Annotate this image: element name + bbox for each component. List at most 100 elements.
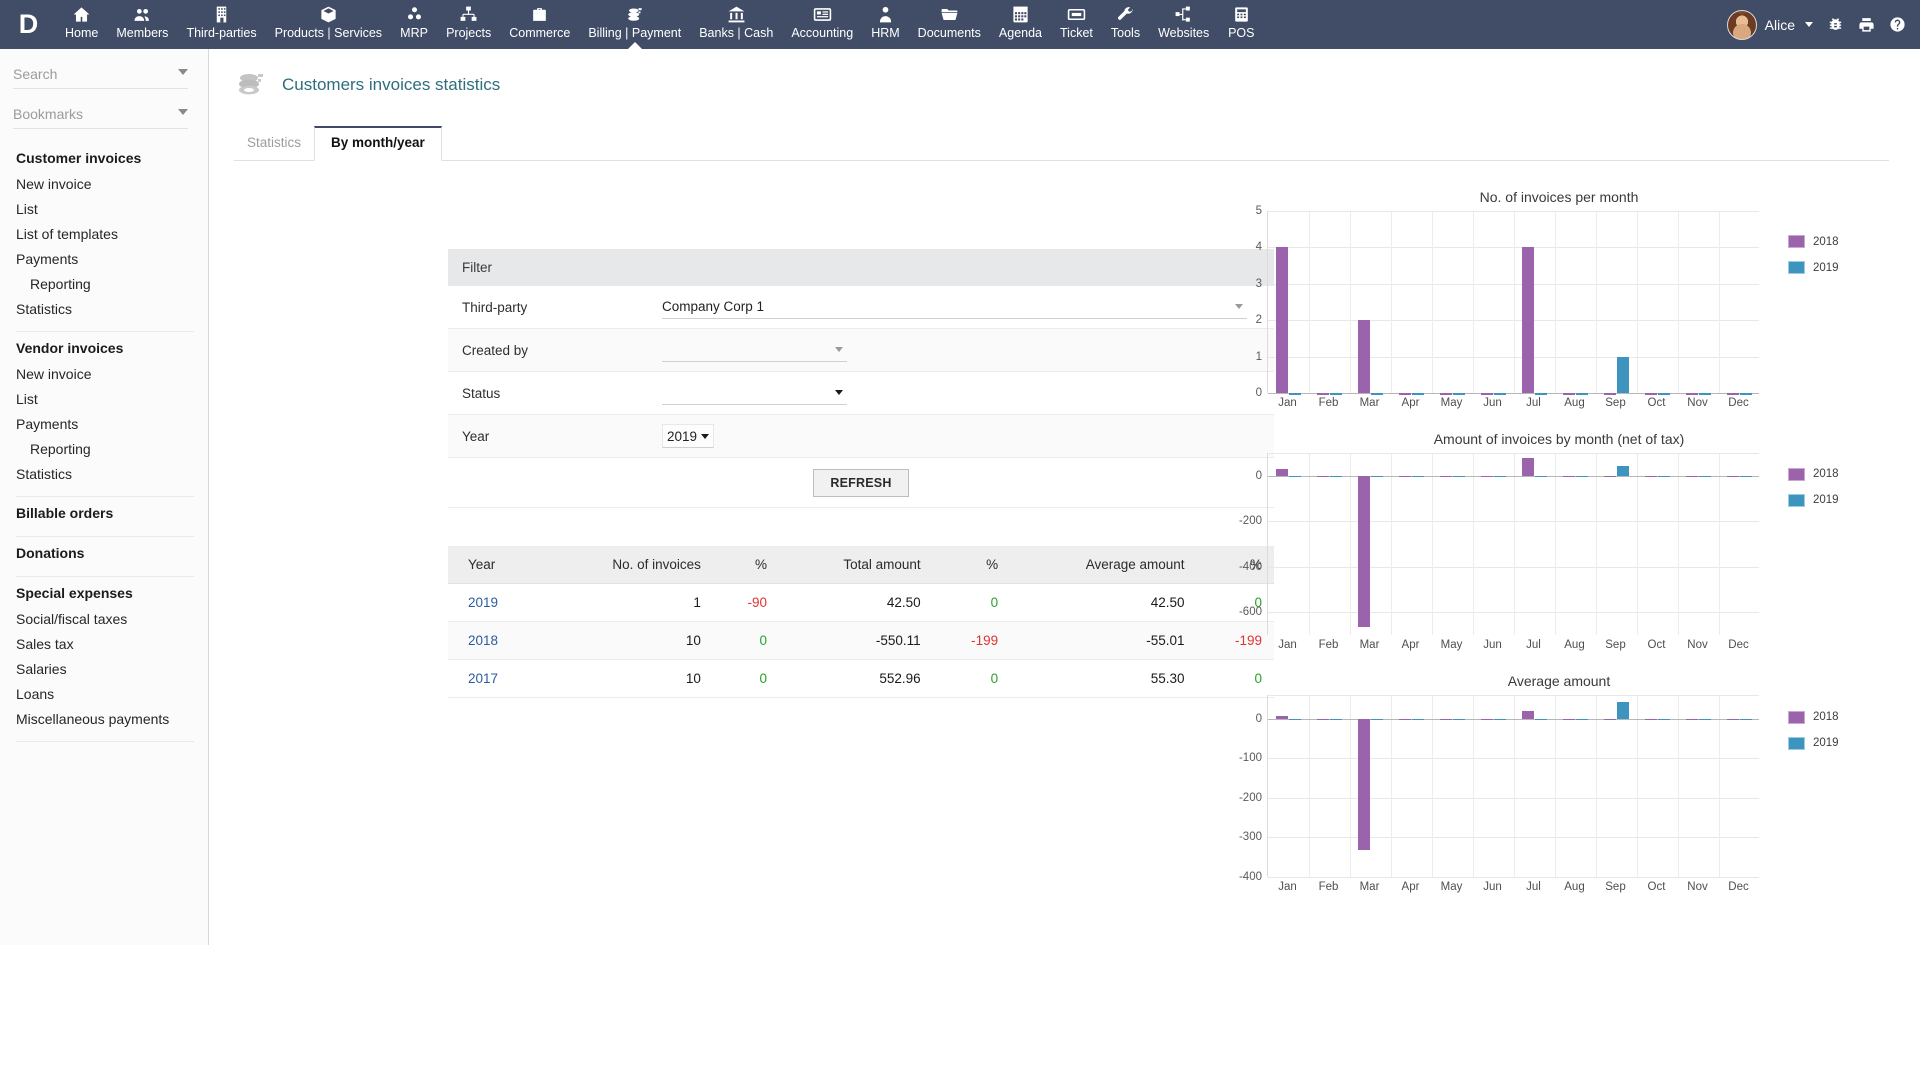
bar-2018-Jan: [1276, 468, 1289, 476]
search-input[interactable]: [13, 66, 168, 82]
sidebar-item-statistics[interactable]: Statistics: [0, 297, 208, 322]
y-axis-tick: -400: [1238, 560, 1262, 573]
nav-item-banks-cash[interactable]: Banks | Cash: [690, 0, 782, 49]
statistics-table: Year No. of invoices % Total amount % Av…: [448, 546, 1274, 698]
nav-item-agenda[interactable]: Agenda: [990, 0, 1051, 49]
bookmarks-input[interactable]: [13, 106, 168, 122]
help-icon[interactable]: [1889, 16, 1906, 33]
year-link[interactable]: 2019: [468, 595, 498, 610]
th-pct-total: %: [932, 546, 1011, 584]
sidebar-item-loans[interactable]: Loans: [0, 682, 208, 707]
sidebar-item-reporting[interactable]: Reporting: [0, 437, 208, 462]
print-icon[interactable]: [1858, 16, 1875, 33]
status-select[interactable]: [662, 381, 847, 405]
nav-item-home[interactable]: Home: [56, 0, 107, 49]
nav-item-billing-payment[interactable]: Billing | Payment: [579, 0, 690, 49]
bookmarks-dropdown-icon[interactable]: [178, 109, 188, 115]
x-axis-label: Jan: [1278, 397, 1297, 409]
th-total-amount: Total amount: [778, 546, 933, 584]
nav-item-commerce[interactable]: Commerce: [500, 0, 579, 49]
bar-2019-Jul: [1534, 718, 1547, 721]
x-axis-label: Jul: [1526, 397, 1541, 409]
created-by-select[interactable]: [662, 338, 847, 362]
nav-item-third-parties[interactable]: Third-parties: [177, 0, 265, 49]
tab-statistics[interactable]: Statistics: [234, 128, 314, 160]
cell-total-amount-pct: -199: [932, 621, 1011, 660]
gridline: [1473, 453, 1474, 635]
sidebar-item-reporting[interactable]: Reporting: [0, 272, 208, 297]
nav-item-documents[interactable]: Documents: [909, 0, 990, 49]
sidebar-item-new-invoice[interactable]: New invoice: [0, 362, 208, 387]
y-axis-tick: 4: [1255, 241, 1262, 254]
sidebar-item-list[interactable]: List: [0, 197, 208, 222]
app-logo[interactable]: D: [0, 0, 56, 49]
x-axis-label: Feb: [1318, 639, 1339, 651]
year-select[interactable]: 2019: [662, 424, 714, 448]
nav-item-mrp[interactable]: MRP: [391, 0, 437, 49]
nav-item-websites[interactable]: Websites: [1149, 0, 1218, 49]
cell-average-amount: 42.50: [1010, 583, 1197, 622]
tab-by-month-year[interactable]: By month/year: [314, 126, 442, 161]
third-party-select[interactable]: Company Corp 1: [662, 295, 1247, 319]
bar-2019-May: [1452, 718, 1465, 721]
filter-row-third-party: Third-party Company Corp 1: [448, 286, 1274, 329]
refresh-button[interactable]: REFRESH: [813, 468, 909, 497]
filter-row-year: Year 2019: [448, 415, 1274, 458]
created-by-label: Created by: [462, 342, 529, 358]
gridline: [1391, 211, 1392, 393]
nav-item-accounting[interactable]: Accounting: [782, 0, 862, 49]
bug-icon[interactable]: [1827, 16, 1844, 33]
user-menu[interactable]: Alice: [1726, 9, 1813, 40]
sidebar-item-list[interactable]: List: [0, 387, 208, 412]
bar-2018-Aug: [1563, 475, 1576, 478]
x-axis-label: Jun: [1483, 881, 1502, 893]
sitemap-icon: [1174, 4, 1193, 24]
chart-title: No. of invoices per month: [1479, 189, 1639, 205]
sidebar-item-payments[interactable]: Payments: [0, 247, 208, 272]
sidebar-item-statistics[interactable]: Statistics: [0, 462, 208, 487]
nav-item-members[interactable]: Members: [107, 0, 177, 49]
sidebar-item-salaries[interactable]: Salaries: [0, 657, 208, 682]
nav-item-pos[interactable]: POS: [1218, 0, 1264, 49]
sidebar-item-sales-tax[interactable]: Sales tax: [0, 632, 208, 657]
x-axis-label: Dec: [1728, 397, 1749, 409]
sidebar-item-miscellaneous-payments[interactable]: Miscellaneous payments: [0, 707, 208, 732]
table-header-row: Year No. of invoices % Total amount % Av…: [448, 546, 1274, 584]
bar-2018-Dec: [1727, 475, 1740, 478]
members-icon: [133, 4, 152, 24]
charts-area: No. of invoices per month 0 1 2 3 4 5 2018 2019 J…: [1229, 189, 1889, 915]
year-label: Year: [462, 428, 490, 444]
bar-2018-Oct: [1645, 475, 1658, 478]
nav-item-tools[interactable]: Tools: [1102, 0, 1149, 49]
legend-swatch-icon: [1788, 493, 1805, 507]
th-year: Year: [448, 546, 543, 584]
nav-item-products-services[interactable]: Products | Services: [266, 0, 391, 49]
x-axis-label: Jul: [1526, 881, 1541, 893]
bar-2018-Sep: [1604, 718, 1617, 721]
user-name-label: Alice: [1764, 16, 1795, 33]
sidebar-item-list-of-templates[interactable]: List of templates: [0, 222, 208, 247]
search-dropdown-icon[interactable]: [178, 69, 188, 75]
cell-invoice-count: 1: [542, 583, 713, 622]
nav-item-ticket[interactable]: Ticket: [1051, 0, 1102, 49]
plot-area: 0 -200 -400 -600 2018 2019: [1239, 453, 1839, 635]
legend-item-2018: 2018: [1788, 710, 1839, 724]
gridline: [1678, 453, 1679, 635]
sidebar-item-new-invoice[interactable]: New invoice: [0, 172, 208, 197]
gridline: [1514, 453, 1515, 635]
person-icon: [876, 4, 895, 24]
bar-2019-Mar: [1370, 475, 1383, 478]
accounting-icon: [813, 4, 832, 24]
nav-item-projects[interactable]: Projects: [437, 0, 500, 49]
year-link[interactable]: 2017: [468, 671, 498, 686]
nav-item-hrm[interactable]: HRM: [862, 0, 908, 49]
nav-item-label: Products | Services: [274, 26, 383, 40]
top-navigation-bar: D Home Members Third-parties Products | Ser…: [0, 0, 1920, 49]
x-axis-label: Aug: [1564, 881, 1585, 893]
cell-invoice-count-pct: 0: [712, 659, 779, 698]
x-axis-label: Aug: [1564, 639, 1585, 651]
sidebar-item-social-fiscal-taxes[interactable]: Social/fiscal taxes: [0, 607, 208, 632]
x-axis: Jan Feb Mar Apr May Jun Jul Aug Sep Oct Nov Dec: [1267, 393, 1759, 415]
sidebar-item-payments[interactable]: Payments: [0, 412, 208, 437]
year-link[interactable]: 2018: [468, 633, 498, 648]
